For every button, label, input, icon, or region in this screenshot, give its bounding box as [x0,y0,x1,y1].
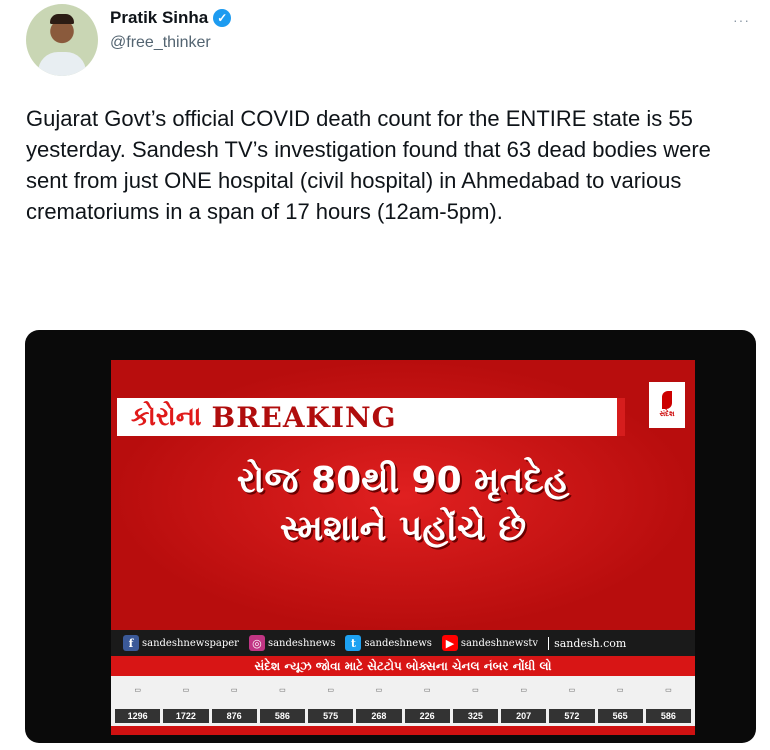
channel-numbers-bar: ▭ 1296 ▭ 1722 ▭ 876 ▭ 586 ▭ 575 ▭ 268 ▭ 226 ▭ 325 ▭ 207 ▭ 5… [111,676,695,726]
channel-number: 586 [259,709,305,723]
channel-logo-text: સંદેશ [659,411,675,418]
facebook-icon: f [123,635,139,651]
headline-line-1: રોજ 80થી 90 મૃતદેહ [236,460,570,501]
channel-info-strip: સંદેશ ન્યૂઝ જોવા માટે સેટટોપ બોક્સના ચેન… [111,656,695,676]
channel-tile: ▭ 876 [211,679,257,723]
tweet-text: Gujarat Govt’s official COVID death coun… [26,106,711,224]
author-avatar[interactable] [26,4,98,76]
channel-number: 1296 [115,709,161,723]
social-handle: t sandeshnews [345,635,432,651]
youtube-icon: ▶ [441,635,458,651]
channel-tile: ▭ 1296 [115,679,161,723]
operator-logo-icon: ▭ [134,687,141,694]
operator-logo-icon: ▭ [375,687,383,694]
author-name[interactable]: Pratik Sinha [110,8,208,28]
operator-logo-icon: ▭ [520,687,527,694]
channel-tile: ▭ 268 [356,679,402,723]
channel-number: 565 [597,709,643,723]
breaking-title: BREAKING [211,400,397,434]
avatar-hair [50,14,74,24]
channel-tile: ▭ 1722 [163,679,209,723]
more-options-icon[interactable]: ··· [733,12,750,28]
news-frame: કોરોના BREAKING સંદેશ રોજ 80થી 90 મૃતદેહ… [111,360,695,735]
social-handle: f sandeshnewspaper [123,635,239,651]
channel-number: 226 [404,709,450,723]
author-name-row[interactable]: Pratik Sinha ✓ [110,8,232,28]
social-handle: ◎ sandeshnews [248,635,336,651]
social-handle-label: sandeshnewstv [460,637,539,649]
channel-number: 586 [645,709,691,723]
operator-logo-icon: ▭ [327,687,334,694]
operator-logo-icon: ▭ [423,687,431,694]
channel-tile: ▭ 207 [501,679,547,723]
channel-tile: ▭ 565 [597,679,643,723]
social-handle-label: sandeshnewspaper [142,637,239,649]
social-handle-label: sandeshnews [364,637,432,649]
operator-logo-icon: ▭ [279,687,286,694]
avatar-shirt [38,52,86,76]
channel-number: 572 [549,709,595,723]
channel-number: 207 [501,709,547,723]
channel-number: 876 [211,709,257,723]
channel-number: 575 [308,709,354,723]
channel-tile: ▭ 325 [452,679,498,723]
tweet-media-image[interactable]: કોરોના BREAKING સંદેશ રોજ 80થી 90 મૃતદેહ… [25,330,756,743]
channel-tile: ▭ 572 [549,679,595,723]
headline-line-2: સ્મશાને પહોંચે છે [279,508,527,549]
social-handle: ▶ sandeshnewstv [441,635,539,651]
channel-logo-mark [662,391,672,409]
channel-number: 325 [452,709,498,723]
operator-logo-icon: ▭ [665,687,672,694]
breaking-kicker: કોરોના [131,401,202,432]
author-handle[interactable]: @free_thinker [110,34,211,52]
site-url: sandesh.com [548,636,626,650]
channel-number: 268 [356,709,402,723]
operator-logo-icon: ▭ [616,687,624,694]
channel-number: 1722 [163,709,209,723]
social-handles-bar: f sandeshnewspaper ◎ sandeshnews t sandeshnew… [111,630,695,656]
channel-tile: ▭ 226 [404,679,450,723]
twitter-icon: t [345,635,362,651]
social-handle-label: sandeshnews [267,637,336,649]
operator-logo-icon: ▭ [230,687,238,694]
instagram-icon: ◎ [248,635,265,651]
operator-logo-icon: ▭ [182,687,190,694]
channel-tile: ▭ 586 [645,679,691,723]
channel-tile: ▭ 586 [259,679,305,723]
verified-badge-icon: ✓ [213,9,232,27]
channel-tile: ▭ 575 [308,679,354,723]
channel-logo: સંદેશ [649,382,685,428]
operator-logo-icon: ▭ [472,687,479,694]
breaking-banner: કોરોના BREAKING [117,398,625,436]
operator-logo-icon: ▭ [568,687,576,694]
